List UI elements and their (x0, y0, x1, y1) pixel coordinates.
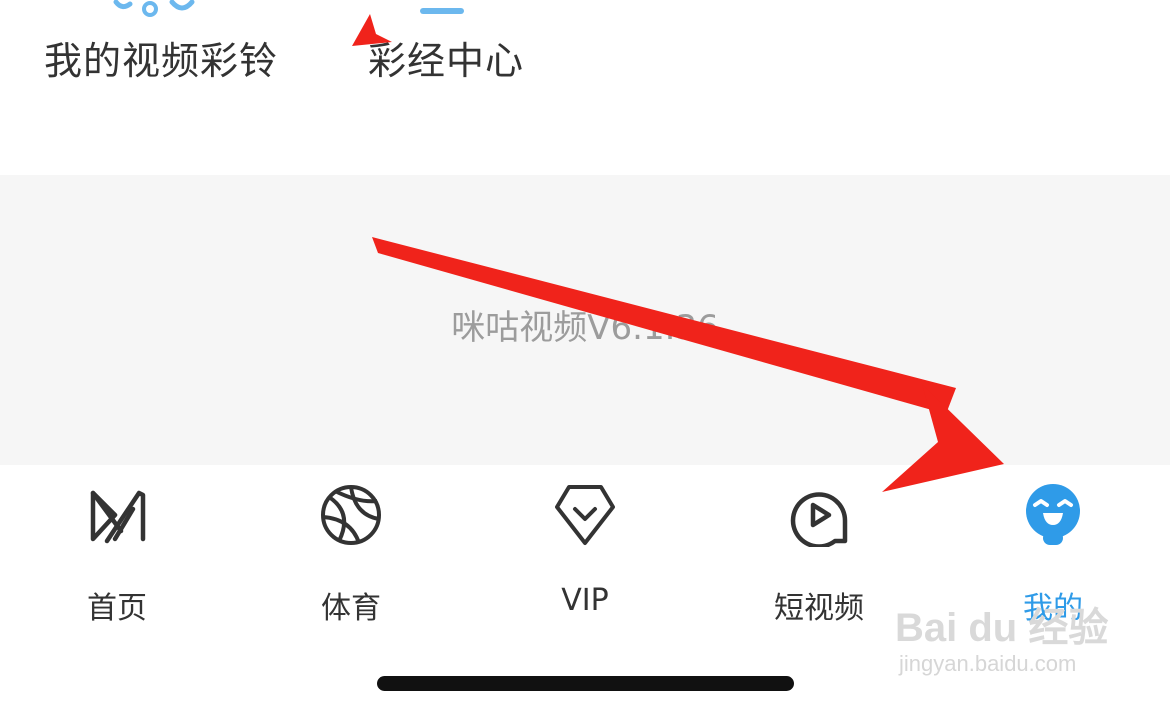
baidu-jingyan-logo: Bai du 经验 (895, 606, 1109, 650)
tab-home-label: 首页 (87, 591, 147, 626)
caijing-icon (420, 8, 464, 14)
watermark-url: jingyan.baidu.com (899, 651, 1077, 676)
tab-sports[interactable]: 体育 (234, 483, 468, 626)
tab-home[interactable]: 首页 (0, 483, 234, 626)
settings-menu: 我的视频彩铃 彩经中心 (0, 0, 1170, 175)
basketball-icon (321, 485, 381, 545)
ringtone-icon (113, 0, 195, 17)
vip-shield-icon (555, 485, 615, 545)
app-version-text: 咪咕视频V6.1.36 (451, 308, 719, 348)
tab-sports-label: 体育 (321, 591, 381, 626)
baidu-watermark: Bai du 经验 jingyan.baidu.com (895, 585, 1110, 690)
tab-vip[interactable]: VIP (468, 483, 702, 618)
tab-vip-label: VIP (561, 583, 609, 618)
smiley-face-icon (1026, 484, 1080, 545)
home-indicator[interactable] (377, 676, 794, 691)
play-circle-icon (790, 492, 848, 547)
version-footer: 咪咕视频V6.1.36 (0, 175, 1170, 465)
menu-item-video-ringtones-label: 我的视频彩铃 (44, 39, 279, 83)
menu-item-caijing-center-label: 彩经中心 (368, 39, 525, 83)
home-icon (90, 490, 146, 544)
